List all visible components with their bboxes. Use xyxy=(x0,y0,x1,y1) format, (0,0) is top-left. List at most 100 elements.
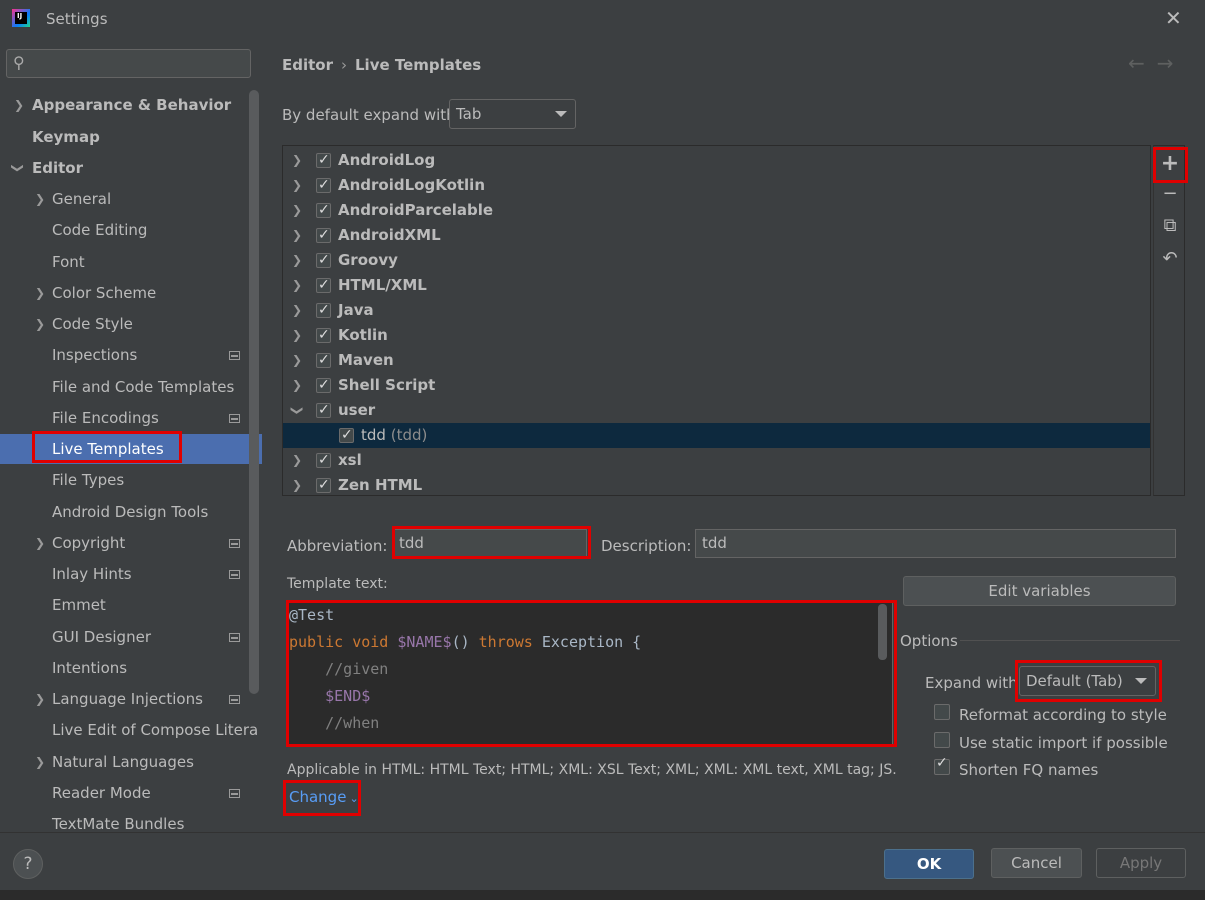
sidebar-item-intentions[interactable]: Intentions xyxy=(0,653,249,683)
sidebar-item-general[interactable]: ❯ General xyxy=(0,184,249,214)
abbreviation-field[interactable]: tdd xyxy=(392,529,587,558)
sidebar-item-color-scheme[interactable]: ❯ Color Scheme xyxy=(0,278,249,308)
description-field[interactable]: tdd xyxy=(695,529,1176,558)
template-row-tdd[interactable]: tdd (tdd) xyxy=(283,423,1150,448)
expand-with-select[interactable]: Default (Tab) xyxy=(1019,666,1156,696)
group-label: AndroidParcelable xyxy=(338,201,494,219)
chevron-right-icon[interactable]: ❯ xyxy=(35,309,45,339)
chevron-right-icon[interactable]: ❯ xyxy=(35,747,45,777)
reformat-checkbox[interactable] xyxy=(934,704,950,720)
template-group-row[interactable]: ❯ Groovy xyxy=(283,248,1150,273)
group-checkbox[interactable] xyxy=(316,248,331,273)
group-checkbox[interactable] xyxy=(316,173,331,198)
group-checkbox[interactable] xyxy=(316,473,331,495)
default-expand-select[interactable]: Tab xyxy=(449,99,576,129)
help-icon[interactable]: ? xyxy=(13,849,43,879)
group-checkbox[interactable] xyxy=(316,273,331,298)
template-group-row[interactable]: ❯ AndroidParcelable xyxy=(283,198,1150,223)
sidebar-item-code-editing[interactable]: Code Editing xyxy=(0,215,249,245)
chevron-right-icon[interactable]: ❯ xyxy=(292,448,302,473)
chevron-right-icon[interactable]: ❯ xyxy=(292,473,302,495)
copy-icon[interactable]: ⧉ xyxy=(1158,214,1182,238)
restore-icon[interactable]: ↶ xyxy=(1158,247,1182,271)
group-checkbox[interactable] xyxy=(316,298,331,323)
search-input[interactable] xyxy=(37,53,242,74)
chevron-right-icon[interactable]: ❯ xyxy=(292,273,302,298)
chevron-right-icon[interactable]: ❯ xyxy=(292,298,302,323)
sidebar-item-emmet[interactable]: Emmet xyxy=(0,590,249,620)
cancel-button[interactable]: Cancel xyxy=(991,848,1082,878)
template-group-row[interactable]: ❯ HTML/XML xyxy=(283,273,1150,298)
chevron-right-icon[interactable]: ❯ xyxy=(292,373,302,398)
add-icon[interactable]: + xyxy=(1158,152,1182,176)
group-checkbox[interactable] xyxy=(316,398,331,423)
editor-scrollbar[interactable] xyxy=(878,604,887,660)
forward-arrow-icon[interactable]: → xyxy=(1157,51,1186,75)
sidebar-item-keymap[interactable]: Keymap xyxy=(0,122,249,152)
shorten-fq-checkbox[interactable] xyxy=(934,755,950,775)
template-group-row[interactable]: ❯ AndroidLogKotlin xyxy=(283,173,1150,198)
template-group-row[interactable]: ❯ Kotlin xyxy=(283,323,1150,348)
template-checkbox[interactable] xyxy=(339,423,354,448)
sidebar-item-android-design-tools[interactable]: Android Design Tools xyxy=(0,497,249,527)
group-checkbox[interactable] xyxy=(316,223,331,248)
remove-icon[interactable]: − xyxy=(1158,182,1182,206)
template-group-row[interactable]: ❯ Zen HTML xyxy=(283,473,1150,495)
sidebar-item-inspections[interactable]: Inspections xyxy=(0,340,249,370)
sidebar-scrollbar[interactable] xyxy=(249,90,259,694)
template-group-row[interactable]: ❯ user xyxy=(283,398,1150,423)
chevron-right-icon[interactable]: ❯ xyxy=(292,148,302,173)
template-text-editor[interactable]: @Test public void $NAME$() throws Except… xyxy=(288,601,893,746)
chevron-right-icon[interactable]: ❯ xyxy=(292,223,302,248)
sidebar-item-code-style[interactable]: ❯ Code Style xyxy=(0,309,249,339)
group-checkbox[interactable] xyxy=(316,198,331,223)
sidebar-item-gui-designer[interactable]: GUI Designer xyxy=(0,622,249,652)
group-checkbox[interactable] xyxy=(316,323,331,348)
settings-search[interactable]: ⚲ xyxy=(6,49,251,78)
group-checkbox[interactable] xyxy=(316,148,331,173)
sidebar-item-appearance-behavior[interactable]: ❯ Appearance & Behavior xyxy=(0,90,249,120)
group-checkbox[interactable] xyxy=(316,448,331,473)
sidebar-item-file-code-templates[interactable]: File and Code Templates xyxy=(0,372,249,402)
close-icon[interactable]: ✕ xyxy=(1165,6,1185,30)
sidebar-item-file-encodings[interactable]: File Encodings xyxy=(0,403,249,433)
template-group-row[interactable]: ❯ xsl xyxy=(283,448,1150,473)
template-group-row[interactable]: ❯ Java xyxy=(283,298,1150,323)
template-group-row[interactable]: ❯ Shell Script xyxy=(283,373,1150,398)
static-import-checkbox[interactable] xyxy=(934,732,950,748)
group-checkbox[interactable] xyxy=(316,348,331,373)
chevron-right-icon[interactable]: ❯ xyxy=(14,90,24,120)
sidebar-item-live-edit-compose[interactable]: Live Edit of Compose Litera xyxy=(0,715,258,745)
change-contexts-link[interactable]: Change ⌄ xyxy=(289,788,359,806)
sidebar-item-file-types[interactable]: File Types xyxy=(0,465,249,495)
chevron-right-icon[interactable]: ❯ xyxy=(35,278,45,308)
sidebar-item-language-injections[interactable]: ❯ Language Injections xyxy=(0,684,249,714)
chevron-right-icon[interactable]: ❯ xyxy=(35,684,45,714)
back-arrow-icon[interactable]: ← xyxy=(1128,51,1157,75)
breadcrumb-parent[interactable]: Editor xyxy=(282,56,333,74)
sidebar-item-natural-languages[interactable]: ❯ Natural Languages xyxy=(0,747,249,777)
chevron-right-icon[interactable]: ❯ xyxy=(292,198,302,223)
apply-button[interactable]: Apply xyxy=(1096,848,1186,878)
chevron-right-icon[interactable]: ❯ xyxy=(292,173,302,198)
sidebar-item-reader-mode[interactable]: Reader Mode xyxy=(0,778,249,808)
template-group-row[interactable]: ❯ AndroidXML xyxy=(283,223,1150,248)
sidebar-item-copyright[interactable]: ❯ Copyright xyxy=(0,528,249,558)
chevron-right-icon[interactable]: ❯ xyxy=(35,528,45,558)
chevron-right-icon[interactable]: ❯ xyxy=(292,248,302,273)
edit-variables-button[interactable]: Edit variables xyxy=(903,576,1176,606)
chevron-down-icon[interactable]: ❯ xyxy=(285,405,310,415)
chevron-right-icon[interactable]: ❯ xyxy=(292,323,302,348)
sidebar-item-font[interactable]: Font xyxy=(0,247,249,277)
group-checkbox[interactable] xyxy=(316,373,331,398)
sidebar-item-inlay-hints[interactable]: Inlay Hints xyxy=(0,559,249,589)
sidebar-item-editor[interactable]: ❯ Editor xyxy=(0,153,249,183)
ok-button[interactable]: OK xyxy=(884,849,974,879)
sidebar-item-textmate-bundles[interactable]: TextMate Bundles xyxy=(0,809,249,832)
template-group-row[interactable]: ❯ AndroidLog xyxy=(283,148,1150,173)
sidebar-item-live-templates[interactable]: Live Templates xyxy=(0,434,262,464)
chevron-right-icon[interactable]: ❯ xyxy=(292,348,302,373)
chevron-down-icon[interactable]: ❯ xyxy=(3,163,33,173)
chevron-right-icon[interactable]: ❯ xyxy=(35,184,45,214)
template-group-row[interactable]: ❯ Maven xyxy=(283,348,1150,373)
